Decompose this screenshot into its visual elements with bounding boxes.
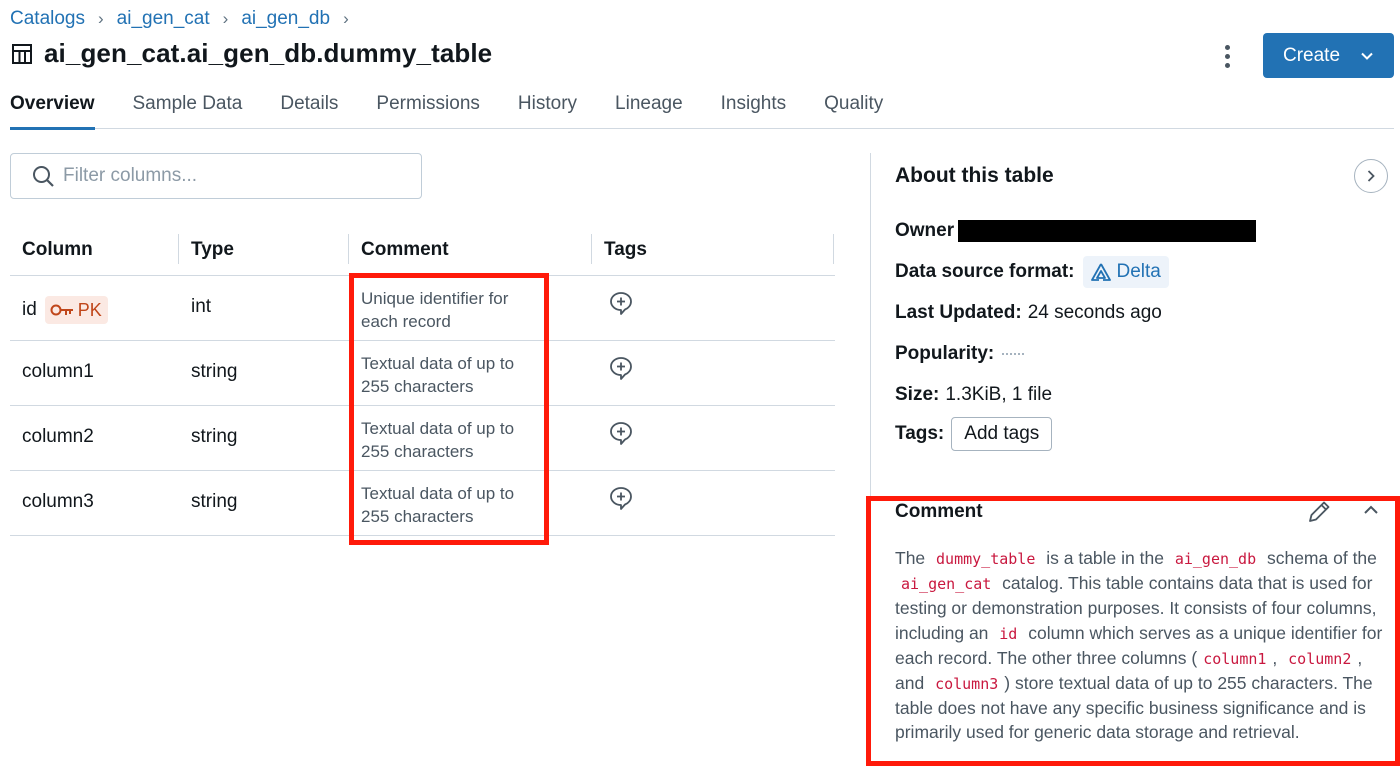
column-name-cell: column3 (22, 491, 94, 513)
tab-details[interactable]: Details (280, 93, 338, 129)
comment-heading: Comment (895, 501, 983, 522)
tab-lineage[interactable]: Lineage (615, 93, 683, 129)
tab-bar: Overview Sample Data Details Permissions… (10, 93, 1394, 130)
owner-row: Owner (895, 220, 1257, 242)
column-name: column1 (22, 361, 94, 382)
inline-code: column3 (935, 675, 999, 694)
comment-body: The dummy_table is a table in the ai_gen… (895, 548, 1383, 743)
delta-icon (1090, 263, 1111, 281)
inline-code: ai_gen_db (1174, 550, 1257, 568)
page-header: ai_gen_cat.ai_gen_db.dummy_table (10, 38, 492, 69)
tab-history[interactable]: History (518, 93, 577, 129)
breadcrumb-separator: › (222, 9, 229, 28)
table-header: Column Type Comment Tags (10, 226, 835, 276)
column-divider[interactable] (833, 234, 834, 264)
column-name: id (22, 299, 37, 320)
breadcrumb-separator: › (343, 9, 349, 28)
column-name: column3 (22, 491, 94, 512)
inline-code: ai_gen_cat (901, 575, 992, 594)
owner-redacted (958, 220, 1257, 242)
column-comment[interactable]: Textual data of up to 255 characters (361, 417, 541, 463)
breadcrumb-catalog[interactable]: ai_gen_cat (117, 8, 210, 30)
last-updated-row: Last Updated: 24 seconds ago (895, 302, 1162, 324)
add-tag-icon[interactable] (608, 355, 634, 381)
columns-table: Column Type Comment Tags id PK int Uniqu… (10, 226, 835, 536)
search-icon (33, 166, 54, 187)
chevron-down-icon (1361, 52, 1373, 60)
breadcrumb: Catalogs › ai_gen_cat › ai_gen_db › (10, 8, 362, 30)
inline-code: column1 (1203, 649, 1267, 668)
last-updated-value: 24 seconds ago (1027, 302, 1162, 323)
column-type: string (191, 361, 238, 382)
filter-columns-input[interactable] (63, 165, 393, 187)
header-tags: Tags (604, 239, 647, 260)
data-source-label: Data source format: (895, 261, 1075, 282)
column-comment[interactable]: Textual data of up to 255 characters (361, 482, 541, 528)
about-title: About this table (895, 164, 1054, 187)
key-icon (50, 304, 73, 316)
size-value: 1.3KiB, 1 file (945, 384, 1053, 405)
pencil-icon[interactable] (1306, 499, 1332, 525)
popularity-label: Popularity: (895, 343, 995, 364)
delta-badge[interactable]: Delta (1082, 256, 1169, 288)
size-label: Size: (895, 384, 940, 405)
kebab-menu-icon[interactable] (1216, 42, 1238, 70)
column-type: int (191, 296, 212, 317)
delta-label: Delta (1116, 261, 1161, 282)
column-name-cell: column2 (22, 426, 94, 448)
tab-sample-data[interactable]: Sample Data (133, 93, 243, 129)
column-divider[interactable] (591, 234, 592, 264)
tab-overview[interactable]: Overview (10, 93, 95, 130)
breadcrumb-separator: › (98, 9, 104, 28)
create-button[interactable]: Create (1263, 33, 1394, 78)
column-divider[interactable] (178, 234, 179, 264)
tab-permissions[interactable]: Permissions (376, 93, 479, 129)
panel-divider (870, 153, 871, 498)
chevron-up-icon[interactable] (1360, 499, 1382, 521)
popularity-row: Popularity: (895, 343, 1025, 365)
table-row: column1 string Textual data of up to 255… (10, 341, 835, 406)
tags-row: Tags: Add tags (895, 417, 1053, 451)
filter-columns[interactable] (10, 153, 422, 199)
inline-code: id (999, 624, 1018, 643)
column-name-cell: column1 (22, 361, 94, 383)
chevron-right-icon (1367, 170, 1375, 182)
primary-key-badge: PK (44, 296, 108, 324)
tab-insights[interactable]: Insights (721, 93, 786, 129)
primary-key-label: PK (77, 299, 102, 320)
table-row: id PK int Unique identifier for each rec… (10, 276, 835, 341)
header-type: Type (191, 239, 234, 260)
tab-quality[interactable]: Quality (824, 93, 883, 129)
popularity-indicator (1002, 353, 1025, 355)
inline-code: column2 (1288, 649, 1352, 668)
add-tags-button[interactable]: Add tags (951, 417, 1053, 451)
tags-label: Tags: (895, 423, 945, 444)
inline-code: dummy_table (936, 550, 1036, 568)
column-type: string (191, 491, 238, 512)
add-tag-icon[interactable] (608, 420, 634, 446)
column-name-cell: id PK (22, 296, 108, 324)
data-source-row: Data source format: Delta (895, 256, 1169, 288)
column-comment[interactable]: Textual data of up to 255 characters (361, 352, 541, 398)
page-title: ai_gen_cat.ai_gen_db.dummy_table (44, 38, 493, 68)
add-tag-icon[interactable] (608, 485, 634, 511)
column-divider[interactable] (348, 234, 349, 264)
table-icon (12, 43, 32, 64)
owner-label: Owner (895, 220, 955, 241)
header-comment: Comment (361, 239, 449, 260)
size-row: Size: 1.3KiB, 1 file (895, 384, 1052, 406)
create-button-label: Create (1283, 44, 1341, 66)
table-row: column2 string Textual data of up to 255… (10, 406, 835, 471)
header-column: Column (22, 239, 93, 260)
breadcrumb-schema[interactable]: ai_gen_db (241, 8, 330, 30)
add-tag-icon[interactable] (608, 290, 634, 316)
table-row: column3 string Textual data of up to 255… (10, 471, 835, 536)
column-name: column2 (22, 426, 94, 447)
column-comment[interactable]: Unique identifier for each record (361, 287, 541, 333)
expand-panel-button[interactable] (1354, 159, 1388, 193)
last-updated-label: Last Updated: (895, 302, 1022, 323)
breadcrumb-catalogs[interactable]: Catalogs (10, 8, 85, 30)
column-type: string (191, 426, 238, 447)
